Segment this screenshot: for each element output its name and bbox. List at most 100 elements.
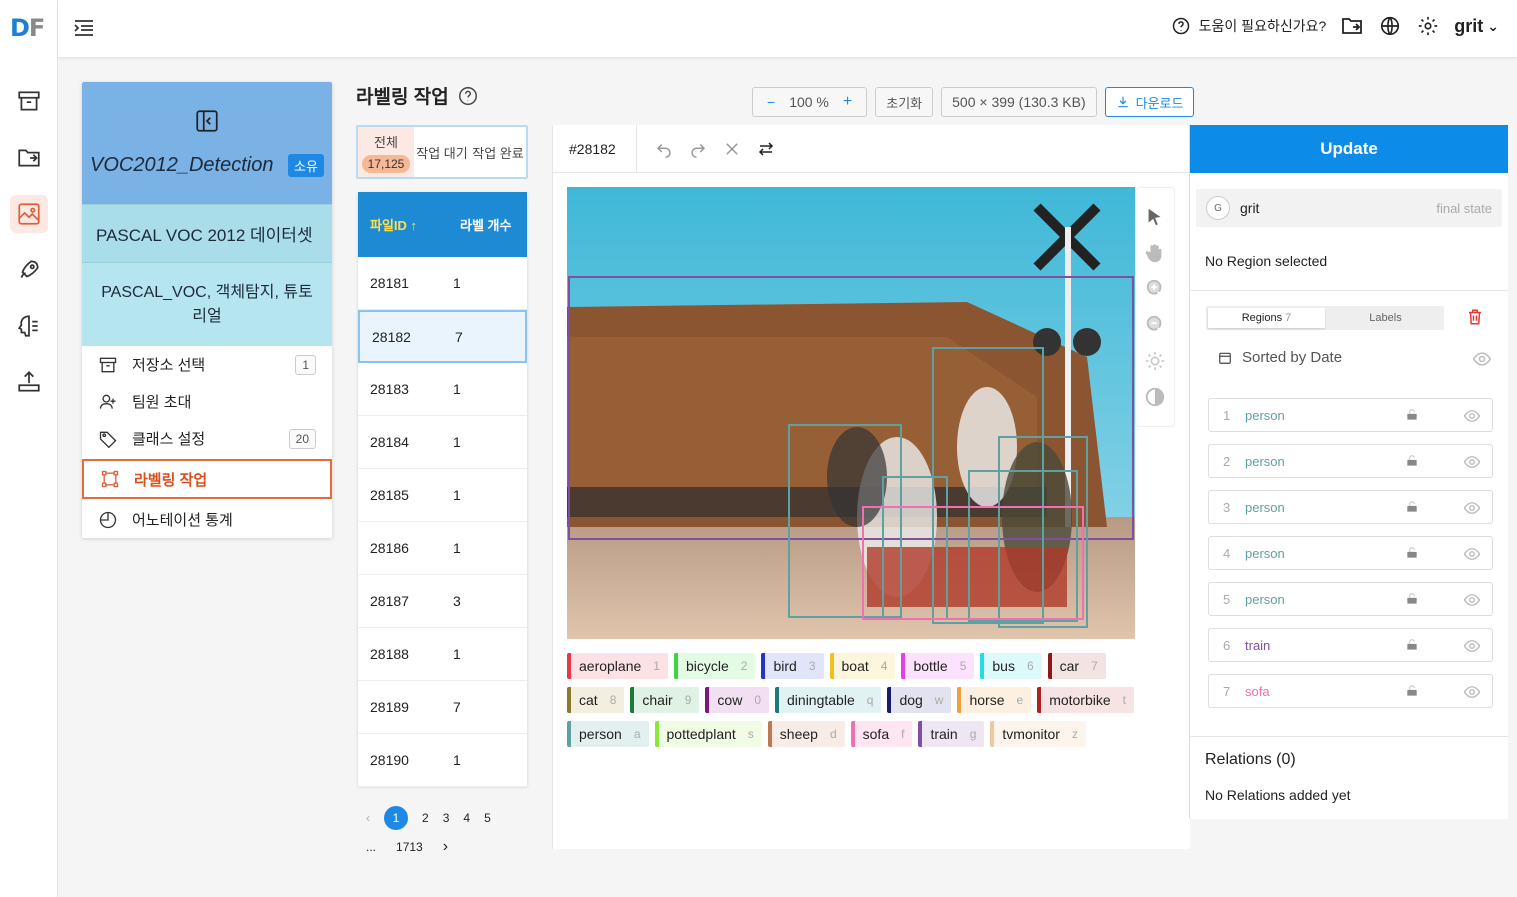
tab-pending[interactable]: 작업 대기 [414,127,470,177]
lock-icon[interactable] [1405,454,1419,471]
lock-icon[interactable] [1405,592,1419,609]
label-chip-tvmonitor[interactable]: tvmonitor z [990,721,1086,747]
page-5[interactable]: 5 [484,811,491,825]
eye-icon[interactable] [1463,637,1481,658]
undo-icon[interactable] [655,140,673,158]
menu-storage-select[interactable]: 저장소 선택 1 [82,346,332,383]
eye-icon[interactable] [1463,545,1481,566]
zoom-out-icon[interactable] [1144,314,1166,336]
image-canvas[interactable] [567,187,1135,639]
sort-control[interactable]: Sorted by Date [1218,349,1342,366]
table-row[interactable]: 28188 1 [358,628,527,681]
label-chip-sofa[interactable]: sofa f [850,721,913,747]
cursor-icon[interactable] [1144,206,1166,228]
storage-icon[interactable] [10,82,48,120]
annotated-image[interactable] [567,187,1135,639]
lock-icon[interactable] [1405,638,1419,655]
image-labeling-icon[interactable] [10,195,48,233]
eye-icon[interactable] [1463,499,1481,520]
table-row[interactable]: 28186 1 [358,522,527,575]
zoom-in-button[interactable]: + [843,93,852,111]
label-chip-pottedplant[interactable]: pottedplant s [654,721,762,747]
trash-icon[interactable] [1466,308,1484,331]
app-logo[interactable]: DF [10,14,45,42]
region-row[interactable]: 4 person [1208,536,1493,570]
label-chip-car[interactable]: car 7 [1047,653,1106,679]
tab-all[interactable]: 전체 17,125 [358,127,414,177]
eye-icon[interactable] [1472,349,1492,374]
menu-labeling-task[interactable]: 라벨링 작업 [82,459,332,499]
zoom-in-icon[interactable] [1144,278,1166,300]
eye-icon[interactable] [1463,453,1481,474]
table-row[interactable]: 28182 7 [358,310,527,363]
menu-class-settings[interactable]: 클래스 설정 20 [82,420,332,457]
page-4[interactable]: 4 [463,811,470,825]
region-row[interactable]: 3 person [1208,490,1493,524]
label-chip-bottle[interactable]: bottle 5 [901,653,975,679]
lock-icon[interactable] [1405,500,1419,517]
menu-annotation-stats[interactable]: 어노테이션 통계 [82,501,332,538]
label-chip-cat[interactable]: cat 8 [567,687,625,713]
label-chip-chair[interactable]: chair 9 [630,687,700,713]
label-chip-person[interactable]: person a [567,721,649,747]
collapse-panel-icon[interactable] [194,108,220,139]
column-header-file-id[interactable]: 파일ID ↑ [358,215,460,234]
table-row[interactable]: 28185 1 [358,469,527,522]
folder-sync-icon[interactable] [1340,14,1364,38]
region-row[interactable]: 6 train [1208,628,1493,662]
update-button[interactable]: Update [1190,125,1508,173]
globe-icon[interactable] [1378,14,1402,38]
brain-icon[interactable] [10,307,48,345]
help-icon[interactable] [1169,14,1193,38]
label-chip-motorbike[interactable]: motorbike t [1037,687,1134,713]
upload-icon[interactable] [10,363,48,401]
page-ellipsis[interactable]: ... [366,840,376,854]
close-icon[interactable] [723,140,741,158]
prev-page-icon[interactable]: ‹ [366,811,370,825]
eye-icon[interactable] [1463,683,1481,704]
reset-button[interactable]: 초기화 [875,87,934,117]
label-chip-dog[interactable]: dog w [887,687,952,713]
tab-done[interactable]: 작업 완료 [470,127,526,177]
user-menu[interactable]: grit ⌄ [1454,16,1499,37]
zoom-out-button[interactable]: − [767,94,775,110]
eye-icon[interactable] [1463,407,1481,428]
label-chip-aeroplane[interactable]: aeroplane 1 [567,653,668,679]
help-icon[interactable] [457,85,479,107]
label-chip-cow[interactable]: cow 0 [705,687,770,713]
page-1[interactable]: 1 [384,806,408,830]
brightness-icon[interactable] [1144,350,1166,372]
page-last[interactable]: 1713 [396,840,423,854]
region-row[interactable]: 1 person [1208,398,1493,432]
region-row[interactable]: 2 person [1208,444,1493,478]
column-header-label-count[interactable]: 라벨 개수 [460,215,511,234]
gear-icon[interactable] [1416,14,1440,38]
label-chip-horse[interactable]: horse e [957,687,1032,713]
help-link[interactable]: 도움이 필요하신가요? [1199,16,1327,36]
label-chip-diningtable[interactable]: diningtable q [775,687,882,713]
lock-icon[interactable] [1405,546,1419,563]
folder-sync-icon[interactable] [10,139,48,177]
label-chip-bicycle[interactable]: bicycle 2 [673,653,756,679]
page-2[interactable]: 2 [422,811,429,825]
contrast-icon[interactable] [1144,386,1166,408]
redo-icon[interactable] [689,140,707,158]
table-row[interactable]: 28181 1 [358,257,527,310]
label-chip-bird[interactable]: bird 3 [761,653,824,679]
swap-icon[interactable] [757,140,775,158]
table-row[interactable]: 28184 1 [358,416,527,469]
region-row[interactable]: 5 person [1208,582,1493,616]
eye-icon[interactable] [1463,591,1481,612]
table-row[interactable]: 28189 7 [358,681,527,734]
next-page-icon[interactable]: › [443,838,448,856]
label-chip-bus[interactable]: bus 6 [980,653,1042,679]
label-chip-train[interactable]: train g [918,721,985,747]
label-chip-sheep[interactable]: sheep d [767,721,845,747]
menu-toggle-icon[interactable] [72,16,96,45]
rocket-icon[interactable] [10,251,48,289]
download-button[interactable]: 다운로드 [1104,87,1195,117]
region-row[interactable]: 7 sofa [1208,674,1493,708]
label-chip-boat[interactable]: boat 4 [829,653,896,679]
page-3[interactable]: 3 [443,811,450,825]
lock-icon[interactable] [1405,408,1419,425]
